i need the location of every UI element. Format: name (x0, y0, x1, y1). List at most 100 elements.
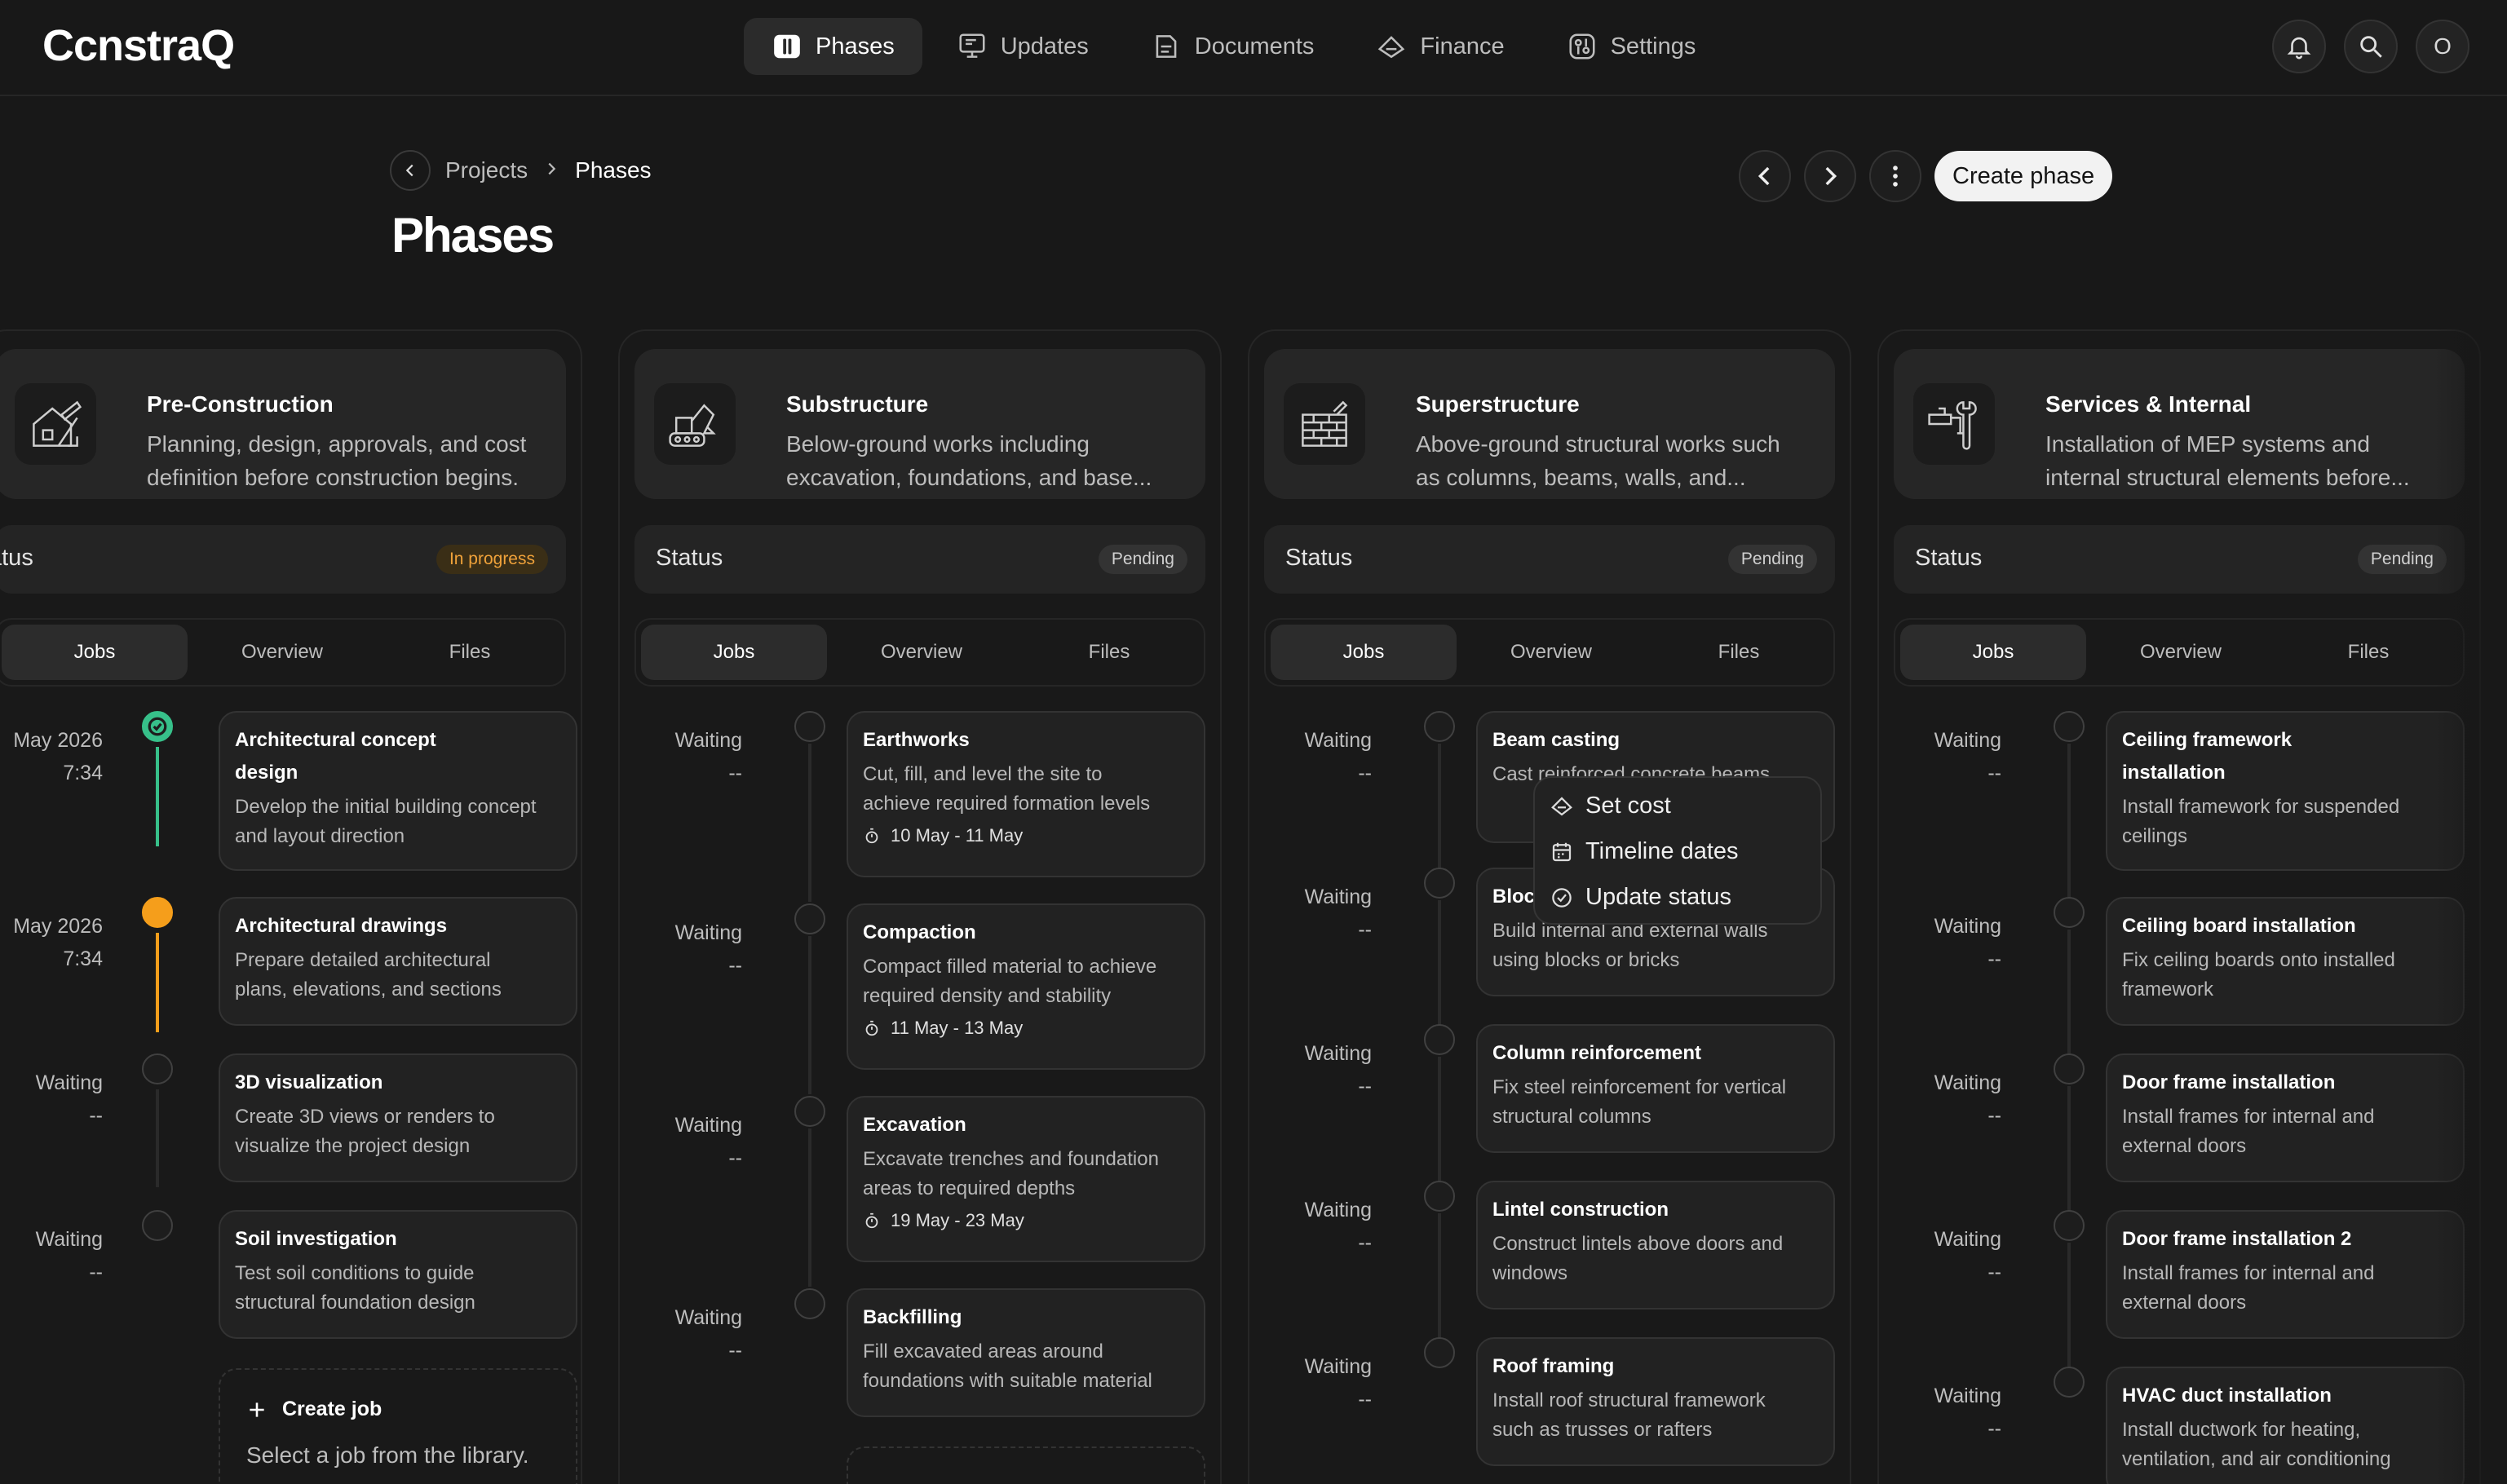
job-description-line: external doors (2122, 1135, 2247, 1157)
app-logo[interactable]: CcnstraQ (42, 21, 235, 70)
phase-header-card[interactable]: Pre-Construction Planning, design, appro… (0, 349, 566, 499)
job-status-dot[interactable] (2054, 1210, 2085, 1241)
menu-set-cost[interactable]: Set cost (1550, 793, 1671, 819)
tap-wrench-icon (1913, 383, 1995, 465)
breadcrumb-back-button[interactable] (390, 150, 431, 191)
phase-status-row[interactable]: Status Pending (1894, 525, 2465, 594)
job-card[interactable]: Excavation Excavate trenches and foundat… (847, 1096, 1205, 1262)
nav-settings[interactable]: Settings (1539, 18, 1724, 75)
job-card[interactable]: Backfilling Fill excavated areas around … (847, 1288, 1205, 1417)
tab-overview[interactable]: Overview (829, 625, 1015, 680)
tab-overview[interactable]: Overview (2088, 625, 2274, 680)
job-card[interactable]: Compaction Compact filled material to ac… (847, 903, 1205, 1070)
job-date-text: Waiting (1934, 729, 2001, 752)
job-card[interactable]: Lintel construction Construct lintels ab… (1476, 1181, 1835, 1310)
scroll-left-button[interactable] (1739, 150, 1791, 202)
menu-item-label: Set cost (1585, 793, 1671, 819)
tab-overview[interactable]: Overview (189, 625, 375, 680)
job-status-dot[interactable] (142, 1053, 173, 1084)
job-status-dot[interactable] (142, 1210, 173, 1241)
timeline-connector (808, 936, 811, 1094)
create-job-hint: Select a job from the library. (246, 1442, 529, 1468)
stopwatch-icon (865, 1020, 878, 1036)
create-job-button[interactable]: Create job (246, 1398, 550, 1421)
phase-header-card[interactable]: Superstructure Above-ground structural w… (1264, 349, 1835, 499)
scroll-right-button[interactable] (1804, 150, 1856, 202)
avatar[interactable]: O (2416, 20, 2469, 73)
notifications-button[interactable] (2272, 20, 2326, 73)
job-date-range: 10 May - 11 May (863, 825, 1189, 846)
search-button[interactable] (2344, 20, 2398, 73)
phase-status-row[interactable]: Status Pending (1264, 525, 1835, 594)
create-phase-button[interactable]: Create phase (1934, 151, 2113, 201)
job-description-line: ceilings (2122, 825, 2188, 847)
status-label: Status (656, 545, 723, 571)
job-card[interactable]: HVAC duct installation Install ductwork … (2106, 1367, 2465, 1484)
create-job-card[interactable] (847, 1446, 1205, 1484)
job-status-dot[interactable] (2054, 711, 2085, 742)
job-status-dot[interactable] (142, 711, 173, 742)
job-status-dot[interactable] (2054, 1053, 2085, 1084)
phase-status-row[interactable]: Status Pending (634, 525, 1205, 594)
tab-jobs[interactable]: Jobs (1900, 625, 2086, 680)
nav-finance[interactable]: Finance (1348, 18, 1532, 75)
job-status-dot[interactable] (794, 711, 825, 742)
job-card[interactable]: Door frame installation 2 Install frames… (2106, 1210, 2465, 1339)
create-job-card[interactable]: Create job Select a job from the library… (219, 1368, 577, 1484)
job-status-dot[interactable] (1424, 1024, 1455, 1055)
tab-files[interactable]: Files (1016, 625, 1202, 680)
job-card[interactable]: Column reinforcement Fix steel reinforce… (1476, 1024, 1835, 1153)
phase-status-row[interactable]: atus In progress (0, 525, 566, 594)
nav-updates[interactable]: Updates (929, 18, 1116, 75)
job-status-dot[interactable] (794, 1288, 825, 1319)
job-status-dot[interactable] (794, 1096, 825, 1127)
nav-phases[interactable]: Phases (744, 18, 922, 75)
timeline-connector (156, 1089, 159, 1187)
nav-documents[interactable]: Documents (1123, 18, 1342, 75)
job-status-dot[interactable] (1424, 1181, 1455, 1212)
job-card[interactable]: Architectural drawings Prepare detailed … (219, 897, 577, 1026)
job-card[interactable]: Ceiling framework installation Install f… (2106, 711, 2465, 871)
top-bar: CcnstraQ Phases Updates Documents Financ… (0, 0, 2507, 96)
tab-files[interactable]: Files (2275, 625, 2461, 680)
tab-files[interactable]: Files (377, 625, 563, 680)
phase-description: Installation of MEP systems and internal… (2045, 427, 2445, 494)
tab-overview[interactable]: Overview (1458, 625, 1644, 680)
job-date-text: Waiting (1934, 1228, 2001, 1251)
job-title: Excavation (863, 1114, 966, 1136)
menu-update-status[interactable]: Update status (1550, 884, 1731, 911)
phase-description: Below-ground works including excavation,… (786, 427, 1186, 494)
job-card[interactable]: Soil investigation Test soil conditions … (219, 1210, 577, 1339)
job-description-line: Excavate trenches and foundation (863, 1148, 1159, 1170)
phase-header-card[interactable]: Services & Internal Installation of MEP … (1894, 349, 2465, 499)
job-card[interactable]: 3D visualization Create 3D views or rend… (219, 1053, 577, 1182)
job-description: Construct lintels above doors and window… (1492, 1230, 1819, 1288)
calendar-icon (1552, 842, 1572, 861)
job-card[interactable]: Door frame installation Install frames f… (2106, 1053, 2465, 1182)
job-status-dot[interactable] (1424, 1337, 1455, 1368)
job-status-dot[interactable] (142, 897, 173, 928)
job-card[interactable]: Earthworks Cut, fill, and level the site… (847, 711, 1205, 877)
tab-jobs[interactable]: Jobs (641, 625, 827, 680)
job-date-text: Waiting (674, 1306, 742, 1329)
job-card[interactable]: Ceiling board installation Fix ceiling b… (2106, 897, 2465, 1026)
tab-jobs[interactable]: Jobs (1271, 625, 1457, 680)
job-status-dot[interactable] (2054, 1367, 2085, 1398)
job-status-dot[interactable] (2054, 897, 2085, 928)
job-description-line: Construct lintels above doors and (1492, 1233, 1784, 1255)
more-options-button[interactable] (1869, 150, 1921, 202)
breadcrumb-parent[interactable]: Projects (445, 157, 528, 183)
tab-jobs[interactable]: Jobs (2, 625, 188, 680)
job-card[interactable]: Roof framing Install roof structural fra… (1476, 1337, 1835, 1466)
job-time: Waiting -- (1249, 1350, 1372, 1416)
menu-timeline-dates[interactable]: Timeline dates (1550, 838, 1739, 865)
tab-files[interactable]: Files (1646, 625, 1832, 680)
job-time-text: -- (1987, 1417, 2001, 1440)
job-status-dot[interactable] (1424, 868, 1455, 899)
nav-label: Settings (1610, 33, 1696, 60)
job-card[interactable]: Architectural concept design Develop the… (219, 711, 577, 871)
job-time: Waiting -- (620, 724, 742, 789)
job-status-dot[interactable] (794, 903, 825, 934)
job-status-dot[interactable] (1424, 711, 1455, 742)
phase-header-card[interactable]: Substructure Below-ground works includin… (634, 349, 1205, 499)
